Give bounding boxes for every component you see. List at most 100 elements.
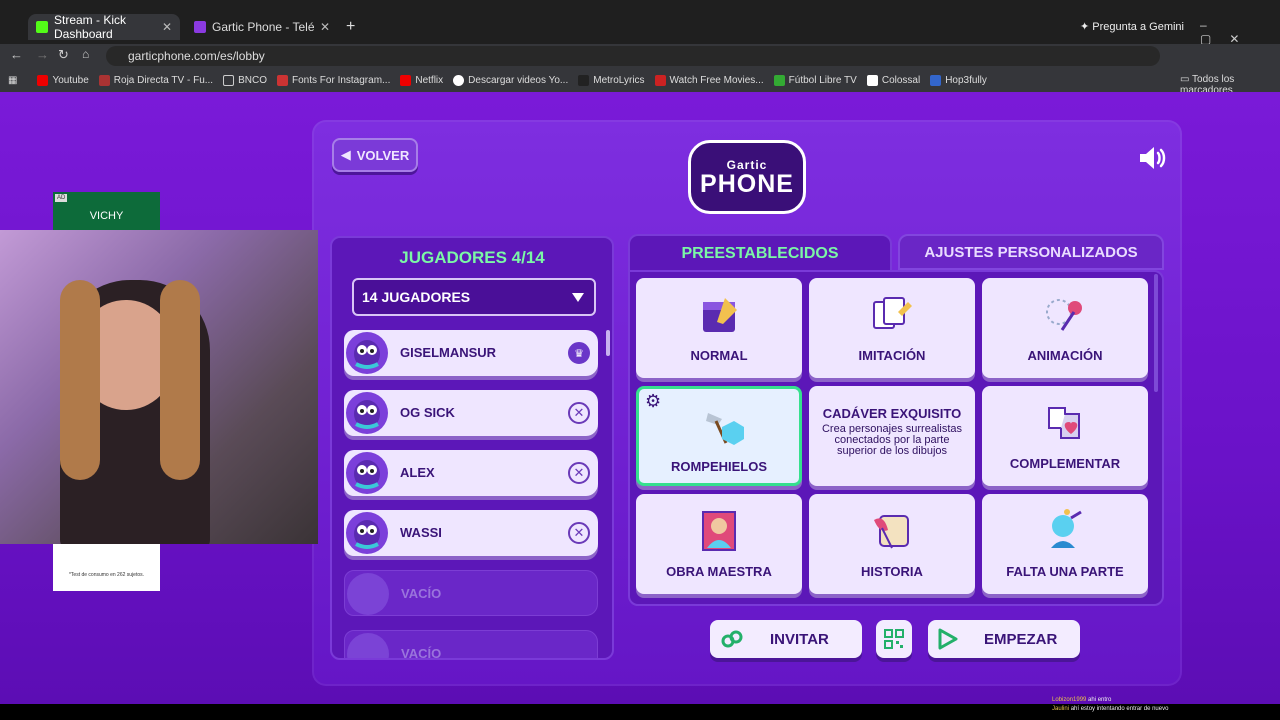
mode-label: NORMAL xyxy=(690,348,748,363)
lobby-container: ◀ VOLVER Gartic PHONE JUGADORES 4/14 14 … xyxy=(312,120,1182,686)
kick-icon xyxy=(36,21,48,33)
mode-card[interactable]: ANIMACIÓN xyxy=(982,278,1148,378)
remove-player-icon[interactable]: ✕ xyxy=(568,462,590,484)
bookmark-item[interactable]: Youtube xyxy=(37,74,89,86)
tab-kick-dashboard[interactable]: Stream - Kick Dashboard ✕ xyxy=(28,13,180,41)
player-row: GISELMANSUR ♛ xyxy=(344,330,598,376)
remove-player-icon[interactable]: ✕ xyxy=(568,402,590,424)
player-name: VACÍO xyxy=(401,586,442,601)
player-slot-empty: VACÍO xyxy=(344,630,598,660)
tab-title: Gartic Phone - Teléfono Descon xyxy=(212,20,314,34)
mode-grid: NORMAL IMITACIÓN ANIMACIÓN ⚙ ROMPEHIELOS CADÁ… xyxy=(628,270,1164,606)
new-tab-icon[interactable]: + xyxy=(346,18,355,36)
mode-label: FALTA UNA PARTE xyxy=(1006,564,1124,579)
portrait-icon xyxy=(702,511,736,551)
mode-label: OBRA MAESTRA xyxy=(666,564,772,579)
tab-presets[interactable]: PREESTABLECIDOS xyxy=(628,234,892,272)
gemini-button[interactable]: ✦ Pregunta a Gemini xyxy=(1080,20,1184,33)
home-icon[interactable]: ⌂ xyxy=(82,47,89,61)
calendar-pencil-icon xyxy=(703,298,737,332)
player-row: OG SICK ✕ xyxy=(344,390,598,436)
sound-icon[interactable] xyxy=(1138,144,1168,172)
bookmark-item[interactable]: Descargar videos Yo... xyxy=(453,74,568,86)
tab-gartic-phone[interactable]: Gartic Phone - Teléfono Descon ✕ xyxy=(186,14,338,40)
close-icon[interactable]: ✕ xyxy=(320,20,330,34)
bookmark-item[interactable]: MetroLyrics xyxy=(578,74,645,86)
player-name: OG SICK xyxy=(400,405,455,420)
player-name: WASSI xyxy=(400,525,442,540)
crown-icon: ♛ xyxy=(568,342,590,364)
bookmark-item[interactable]: Roja Directa TV - Fu... xyxy=(98,74,213,86)
back-button[interactable]: ◀ VOLVER xyxy=(332,138,418,172)
qr-code-icon xyxy=(884,629,904,649)
cards-pencil-icon xyxy=(873,297,912,329)
avatar xyxy=(346,392,388,434)
modes-scrollbar[interactable] xyxy=(1154,274,1158,392)
mode-label: IMITACIÓN xyxy=(858,348,926,363)
mode-card[interactable]: OBRA MAESTRA xyxy=(636,494,802,594)
players-panel: JUGADORES 4/14 14 JUGADORES GISELMANSUR ♛… xyxy=(330,236,614,660)
url-field[interactable]: garticphone.com/es/lobby xyxy=(106,46,1160,66)
tab-custom-settings[interactable]: AJUSTES PERSONALIZADOS xyxy=(898,234,1164,270)
bookmark-item[interactable]: Colossal xyxy=(866,74,920,86)
back-arrow-icon[interactable]: ← xyxy=(10,47,23,62)
bookmark-item[interactable]: BNCO xyxy=(223,74,267,86)
players-scrollbar[interactable] xyxy=(606,330,610,356)
mode-label: CADÁVER EXQUISITO xyxy=(822,406,962,421)
head-brush-icon xyxy=(1051,509,1082,548)
ad-brand: VICHY xyxy=(89,210,124,222)
bookmark-item[interactable]: Netflix xyxy=(400,74,443,86)
qr-code-button[interactable] xyxy=(876,620,912,658)
scroll-quill-icon xyxy=(874,515,909,549)
mode-card[interactable]: HISTORIA xyxy=(809,494,975,594)
bookmark-item[interactable]: Hop3fully xyxy=(930,74,987,86)
logo-bottom-text: PHONE xyxy=(700,170,794,198)
hammer-ice-icon xyxy=(706,413,744,445)
bookmarks-bar: ▦ Youtube Roja Directa TV - Fu... BNCO F… xyxy=(0,68,1280,96)
mode-card[interactable]: ⚙ ROMPEHIELOS xyxy=(636,386,802,486)
remove-player-icon[interactable]: ✕ xyxy=(568,522,590,544)
mode-card[interactable]: NORMAL xyxy=(636,278,802,378)
gartic-phone-logo: Gartic PHONE xyxy=(688,140,806,214)
player-name: ALEX xyxy=(400,465,435,480)
tab-title: Stream - Kick Dashboard xyxy=(54,13,127,41)
gemini-label: Pregunta a Gemini xyxy=(1092,21,1184,33)
bookmark-item[interactable]: Watch Free Movies... xyxy=(654,74,764,86)
player-count-select[interactable]: 14 JUGADORES xyxy=(352,278,596,316)
streamer-hair xyxy=(160,280,200,480)
back-triangle-icon: ◀ xyxy=(340,147,351,162)
bookmark-item[interactable]: Fútbol Libre TV xyxy=(773,74,857,86)
invite-button[interactable]: INVITAR xyxy=(710,620,862,658)
forward-arrow-icon[interactable]: → xyxy=(36,47,49,62)
avatar xyxy=(347,633,389,658)
ad-footer[interactable]: *Test de consumo en 262 sujetos. xyxy=(53,544,160,591)
mode-description: Crea personajes surrealistas conectados … xyxy=(821,423,962,457)
player-slot-empty: VACÍO xyxy=(344,570,598,616)
player-name: VACÍO xyxy=(401,646,442,660)
mode-label: ROMPEHIELOS xyxy=(670,459,768,474)
ad-banner[interactable]: AD VICHY xyxy=(53,192,160,232)
mode-card[interactable]: CADÁVER EXQUISITO Crea personajes surreal… xyxy=(809,386,975,486)
back-label: VOLVER xyxy=(356,147,410,163)
gear-icon[interactable]: ⚙ xyxy=(645,391,661,412)
start-button[interactable]: EMPEZAR xyxy=(928,620,1080,658)
gartic-icon xyxy=(194,21,206,33)
mode-card[interactable]: IMITACIÓN xyxy=(809,278,975,378)
avatar xyxy=(346,512,388,554)
stream-chat: Lobizon1999 ahi entro Jaulini ahí estoy … xyxy=(1052,696,1168,714)
mode-card[interactable]: FALTA UNA PARTE xyxy=(982,494,1148,594)
close-icon[interactable]: ✕ xyxy=(162,20,172,34)
mode-label: ANIMACIÓN xyxy=(1027,348,1103,363)
webcam-overlay xyxy=(0,230,318,544)
chevron-down-icon xyxy=(572,293,584,302)
mode-card[interactable]: COMPLEMENTAR xyxy=(982,386,1148,486)
players-title: JUGADORES 4/14 xyxy=(399,248,545,267)
start-label: EMPEZAR xyxy=(984,630,1058,648)
puzzle-heart-icon xyxy=(1048,407,1080,439)
window-controls[interactable]: –▢✕ xyxy=(1200,18,1280,46)
reload-icon[interactable]: ↻ xyxy=(58,47,69,63)
player-row: ALEX ✕ xyxy=(344,450,598,496)
bookmark-item[interactable]: Fonts For Instagram... xyxy=(277,74,390,86)
mode-label: COMPLEMENTAR xyxy=(1009,456,1121,471)
apps-icon[interactable]: ▦ xyxy=(8,75,17,86)
